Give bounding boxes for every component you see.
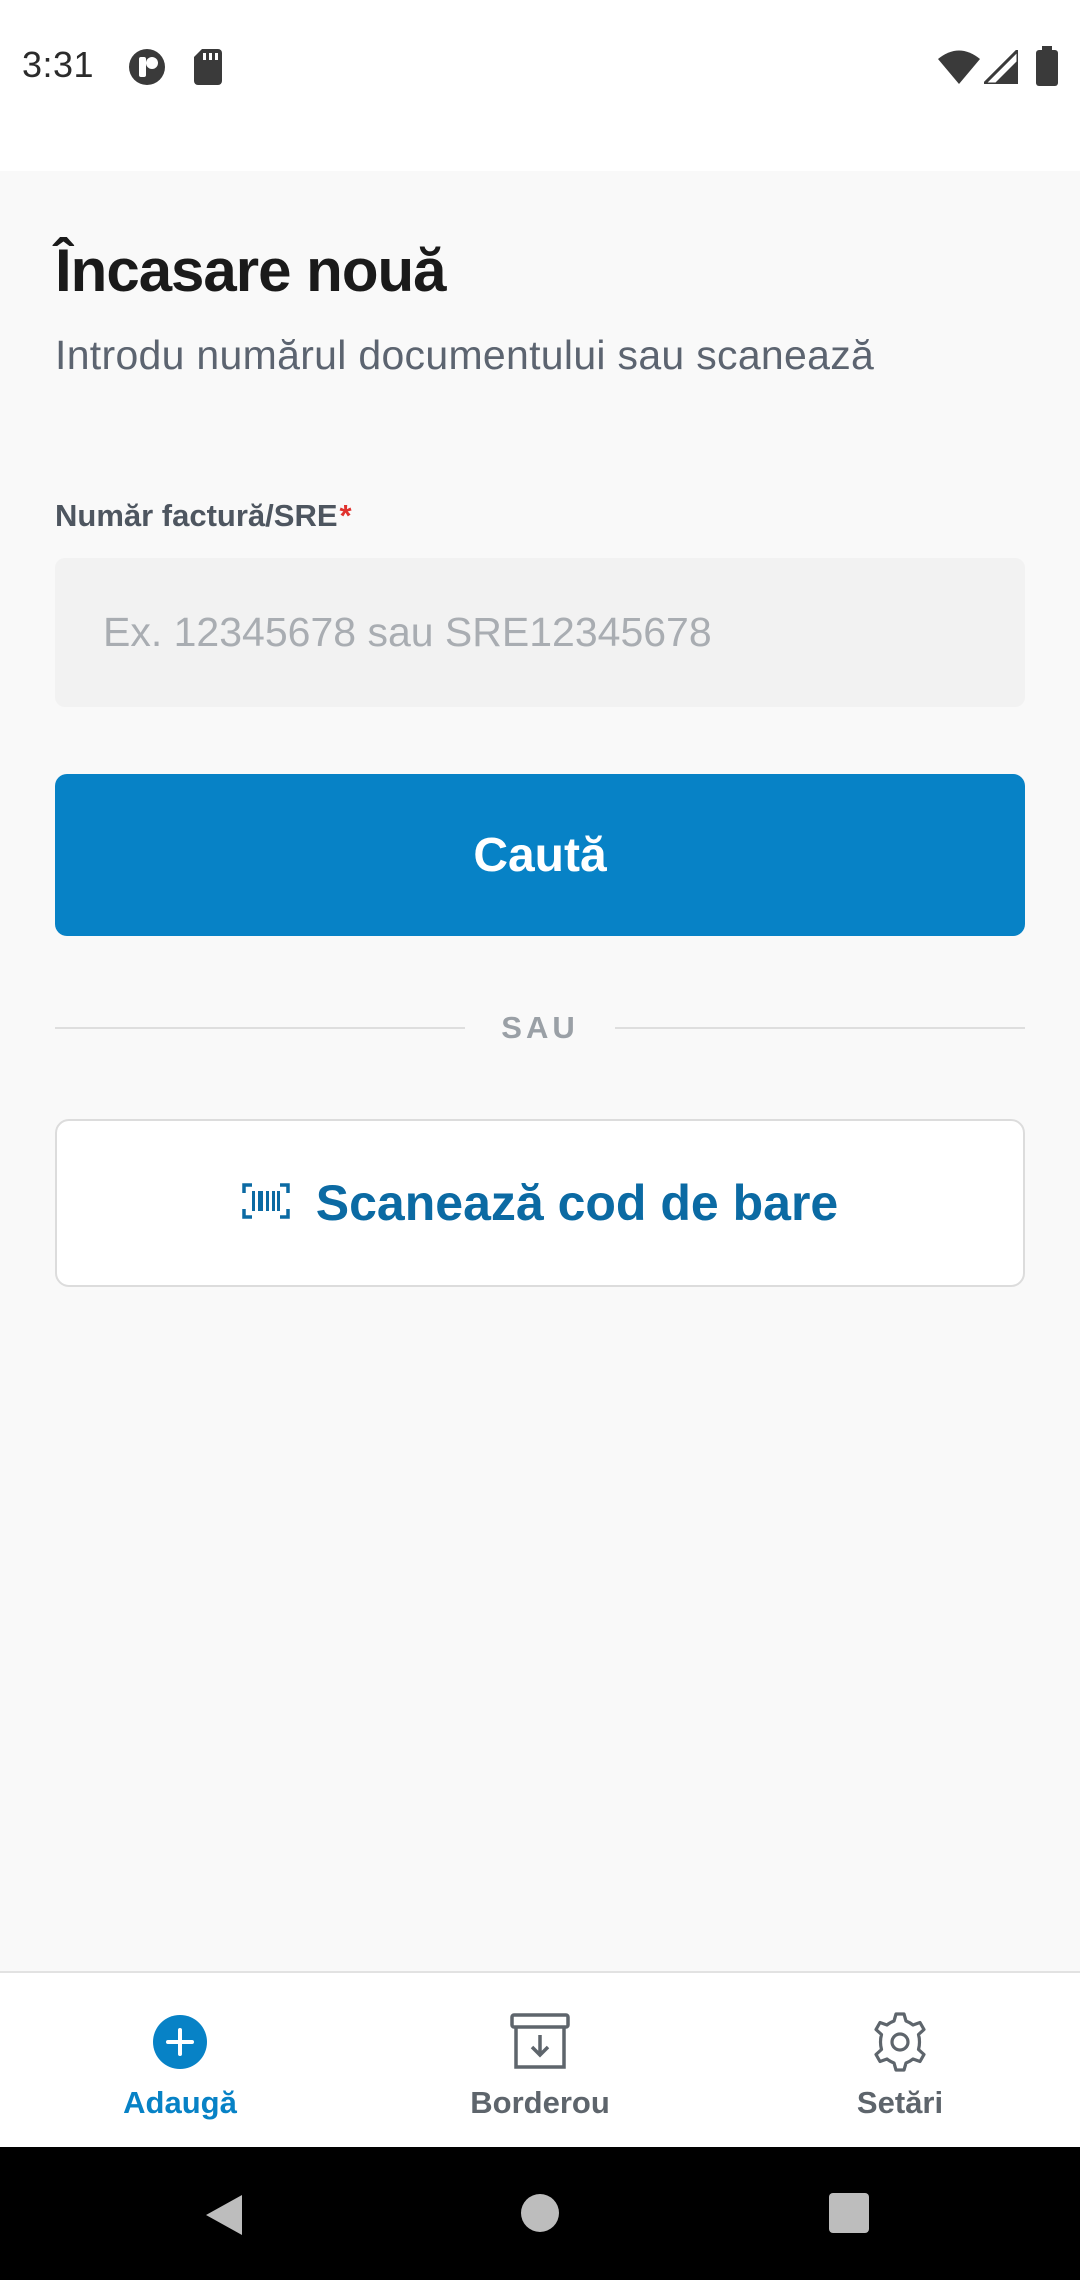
add-circle-icon xyxy=(152,2009,208,2075)
scan-barcode-button[interactable]: Scanează cod de bare xyxy=(55,1119,1025,1287)
signal-icon xyxy=(980,46,1020,89)
wifi-icon xyxy=(938,50,980,89)
system-nav-bar xyxy=(0,2147,1080,2280)
page-title: Încasare nouă xyxy=(55,237,447,304)
sd-card-icon xyxy=(194,49,222,90)
invoice-number-label: Număr factură/SRE* xyxy=(55,498,352,534)
bottom-nav: Adaugă Borderou Setări xyxy=(0,1971,1080,2147)
nav-item-settings-label: Setări xyxy=(856,2085,944,2120)
nav-item-add-label: Adaugă xyxy=(123,2085,237,2120)
archive-download-icon xyxy=(510,2009,570,2075)
nav-item-borderou-label: Borderou xyxy=(470,2085,610,2120)
divider-text: SAU xyxy=(501,1010,579,1045)
status-bar: 3:31 xyxy=(0,0,1080,171)
nav-item-add[interactable]: Adaugă xyxy=(0,1973,360,2147)
home-icon[interactable] xyxy=(520,2193,560,2238)
app-notification-icon xyxy=(128,48,166,91)
invoice-number-input[interactable] xyxy=(55,558,1025,707)
scan-barcode-label: Scanează cod de bare xyxy=(315,1175,839,1231)
search-button[interactable]: Caută xyxy=(55,774,1025,936)
recents-icon[interactable] xyxy=(829,2193,869,2238)
page-subtitle: Introdu numărul documentului sau scaneaz… xyxy=(55,332,875,378)
gear-icon xyxy=(869,2009,931,2075)
battery-icon xyxy=(1036,46,1058,91)
nav-item-borderou[interactable]: Borderou xyxy=(360,1973,720,2147)
barcode-icon xyxy=(242,1182,290,1224)
invoice-number-label-text: Număr factură/SRE xyxy=(55,498,338,533)
nav-item-settings[interactable]: Setări xyxy=(720,1973,1080,2147)
status-time: 3:31 xyxy=(22,44,95,85)
back-icon[interactable] xyxy=(204,2193,244,2242)
required-mark: * xyxy=(339,498,352,533)
